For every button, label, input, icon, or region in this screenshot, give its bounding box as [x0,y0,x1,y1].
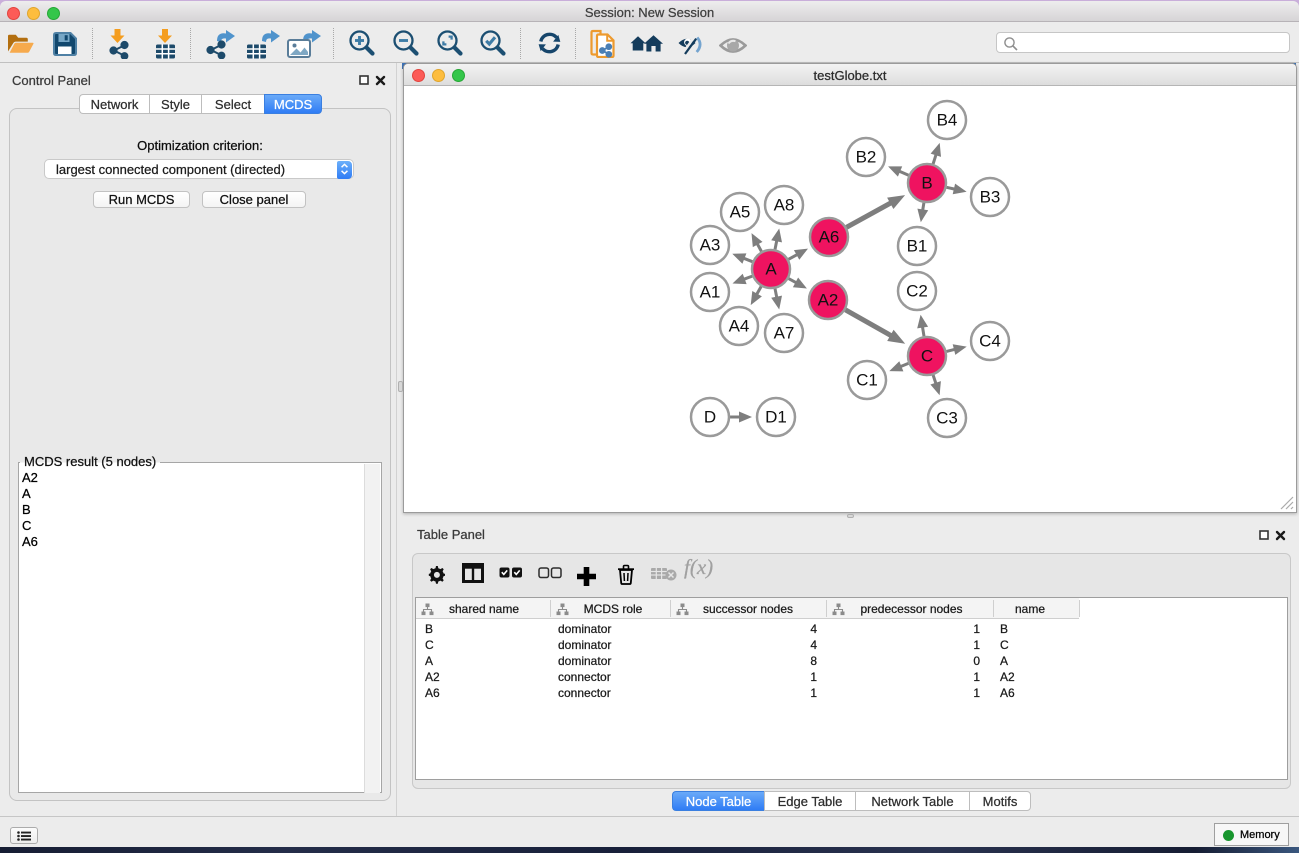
svg-text:B2: B2 [856,148,877,167]
svg-text:D: D [704,408,716,427]
svg-text:A: A [765,260,777,279]
svg-text:C4: C4 [979,332,1001,351]
svg-text:A7: A7 [774,324,795,343]
svg-text:C1: C1 [856,371,878,390]
svg-text:C2: C2 [906,282,928,301]
svg-text:A4: A4 [729,317,750,336]
svg-text:B: B [921,174,932,193]
svg-text:A8: A8 [774,196,795,215]
svg-text:A2: A2 [818,291,839,310]
svg-text:D1: D1 [765,408,787,427]
svg-text:A1: A1 [700,283,721,302]
svg-text:A5: A5 [730,203,751,222]
svg-text:B3: B3 [980,188,1001,207]
svg-text:A6: A6 [819,228,840,247]
svg-text:B1: B1 [907,237,928,256]
svg-text:A3: A3 [700,236,721,255]
svg-text:C3: C3 [936,409,958,428]
svg-text:B4: B4 [937,111,958,130]
svg-text:C: C [921,347,933,366]
